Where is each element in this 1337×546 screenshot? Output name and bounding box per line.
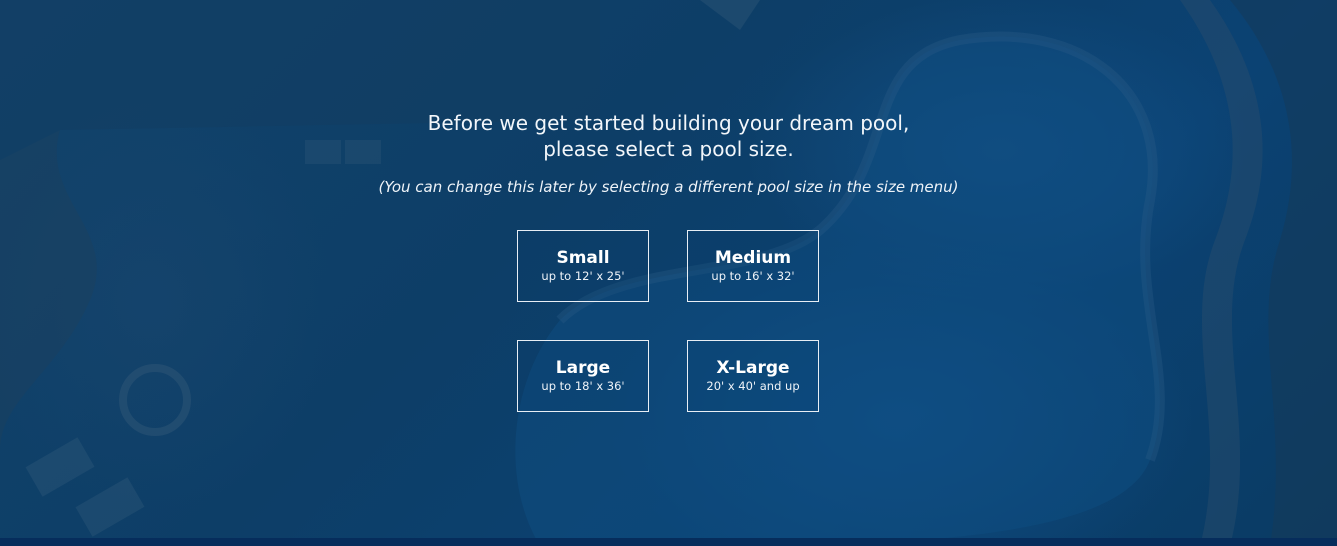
size-large-button[interactable]: Large up to 18' x 36' bbox=[517, 340, 649, 412]
intro-note: (You can change this later by selecting … bbox=[378, 178, 959, 196]
size-small-dimensions: up to 12' x 25' bbox=[541, 269, 625, 283]
size-large-label: Large bbox=[555, 358, 611, 378]
intro-heading-line-2: please select a pool size. bbox=[543, 137, 794, 161]
size-medium-dimensions: up to 16' x 32' bbox=[711, 269, 795, 283]
size-xlarge-dimensions: 20' x 40' and up bbox=[706, 379, 800, 393]
size-medium-label: Medium bbox=[714, 248, 792, 268]
size-small-label: Small bbox=[556, 248, 610, 268]
size-medium-button[interactable]: Medium up to 16' x 32' bbox=[687, 230, 819, 302]
bottom-bar bbox=[0, 538, 1337, 546]
intro-heading-line-1: Before we get started building your drea… bbox=[427, 111, 910, 135]
pool-size-selector-screen: Before we get started building your drea… bbox=[0, 0, 1337, 546]
size-small-button[interactable]: Small up to 12' x 25' bbox=[517, 230, 649, 302]
size-large-dimensions: up to 18' x 36' bbox=[541, 379, 625, 393]
size-xlarge-label: X-Large bbox=[716, 358, 790, 378]
pool-aerial-background bbox=[0, 0, 1337, 546]
size-xlarge-button[interactable]: X-Large 20' x 40' and up bbox=[687, 340, 819, 412]
